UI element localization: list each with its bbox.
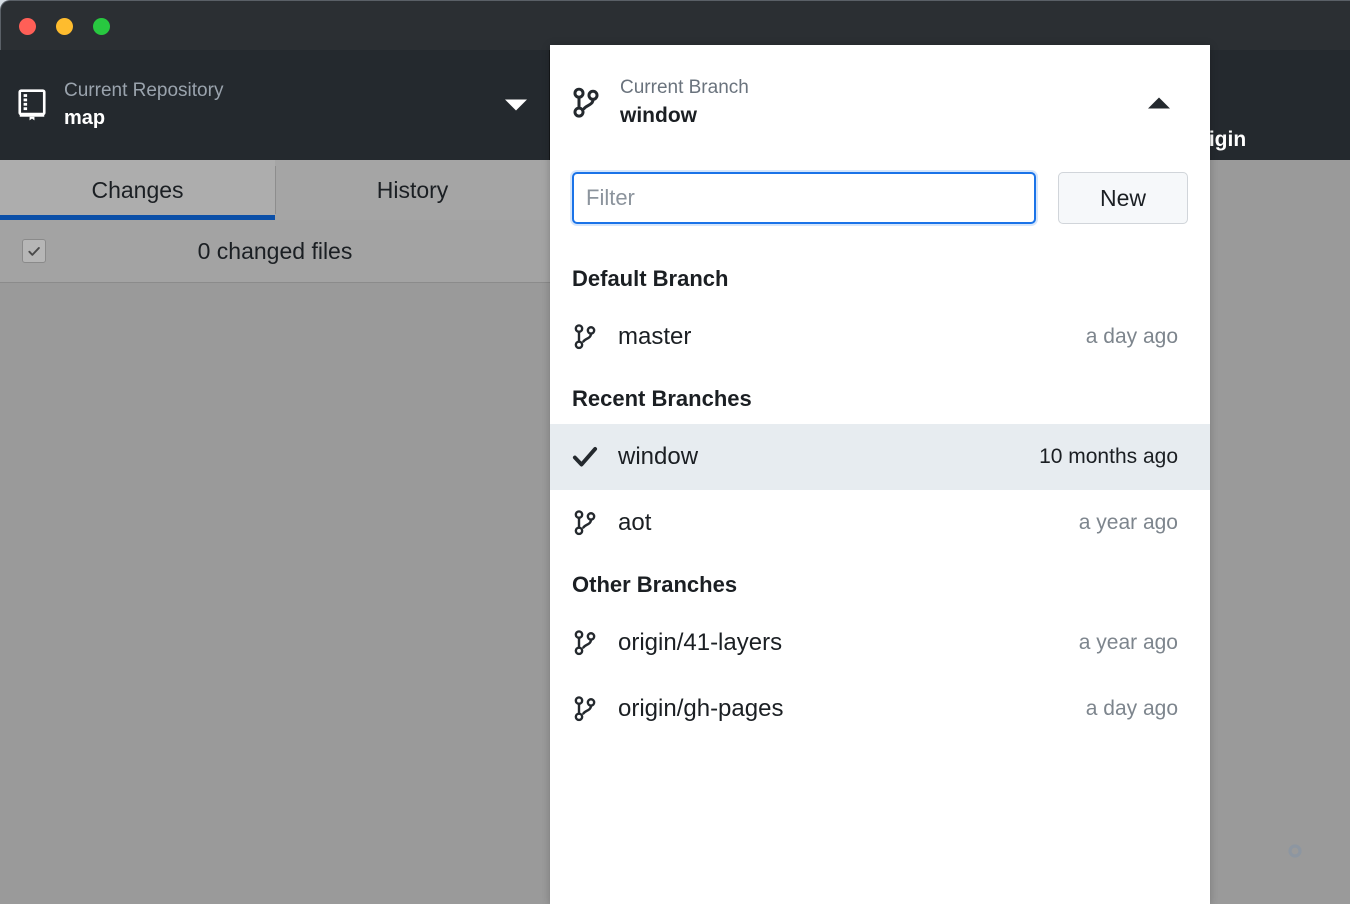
git-branch-icon <box>572 508 598 538</box>
changed-files-label: 0 changed files <box>197 237 353 264</box>
current-branch-value: window <box>620 104 697 128</box>
traffic-lights <box>19 18 110 35</box>
branch-list: Default Branch master a day ago Recent B… <box>550 236 1210 742</box>
tab-divider <box>275 166 276 214</box>
app-root: Current Repository map Fetch origin Last… <box>0 0 1350 904</box>
minimize-window-button[interactable] <box>56 18 73 35</box>
branch-row-window[interactable]: window 10 months ago <box>550 424 1210 490</box>
branch-name: master <box>618 323 692 350</box>
branch-row-master[interactable]: master a day ago <box>550 304 1210 370</box>
branch-date: a year ago <box>1078 631 1178 654</box>
current-repository-button[interactable]: Current Repository map <box>0 50 550 160</box>
group-title-recent-branches: Recent Branches <box>572 386 752 411</box>
branch-date: a day ago <box>1085 697 1178 720</box>
sidebar: Changes History 0 changed files <box>0 160 550 904</box>
window-titlebar <box>0 0 1350 50</box>
branch-date: a day ago <box>1085 325 1178 348</box>
git-branch-icon <box>572 322 598 352</box>
branch-row-aot[interactable]: aot a year ago <box>550 490 1210 556</box>
chevron-up-icon <box>1148 97 1170 108</box>
branch-name: origin/gh-pages <box>618 695 784 722</box>
chevron-down-icon <box>505 99 527 111</box>
branch-name: aot <box>618 509 652 536</box>
git-branch-icon <box>572 87 600 119</box>
branch-dropdown-popover: Current Branch window New Default Branch <box>550 45 1210 904</box>
tab-history-label: History <box>376 176 449 203</box>
branch-filter-row: New <box>550 160 1210 236</box>
branch-row-origin-41-layers[interactable]: origin/41-layers a year ago <box>550 610 1210 676</box>
branch-filter-input[interactable] <box>572 172 1036 224</box>
group-title-default-branch: Default Branch <box>572 266 729 291</box>
branch-date: 10 months ago <box>1039 445 1178 468</box>
current-repository-label: Current Repository <box>64 79 224 101</box>
current-branch-button[interactable]: Current Branch window <box>550 45 1210 160</box>
current-branch-text: Current Branch window <box>620 74 749 132</box>
branch-row-origin-gh-pages[interactable]: origin/gh-pages a day ago <box>550 676 1210 742</box>
branch-name: window <box>618 443 699 470</box>
tab-changes-label: Changes <box>91 176 184 203</box>
git-branch-icon <box>572 628 598 658</box>
git-branch-icon <box>572 694 598 724</box>
close-window-button[interactable] <box>19 18 36 35</box>
sidebar-tabs: Changes History <box>0 160 550 220</box>
changed-files-header: 0 changed files <box>0 220 550 283</box>
circle-outline-decoration <box>1287 843 1303 864</box>
group-title-other-branches: Other Branches <box>572 572 738 597</box>
zoom-window-button[interactable] <box>93 18 110 35</box>
repo-icon <box>18 89 46 121</box>
changes-list-empty <box>0 283 550 903</box>
tab-history[interactable]: History <box>275 160 550 220</box>
current-repository-text: Current Repository map <box>64 77 223 134</box>
check-icon <box>572 442 598 472</box>
branch-name: origin/41-layers <box>618 629 783 656</box>
branch-date: a year ago <box>1078 511 1178 534</box>
select-all-checkbox[interactable] <box>22 239 46 263</box>
tab-changes[interactable]: Changes <box>0 160 275 220</box>
new-branch-button[interactable]: New <box>1058 172 1188 224</box>
current-repository-value: map <box>64 107 106 130</box>
current-branch-label: Current Branch <box>620 76 749 98</box>
